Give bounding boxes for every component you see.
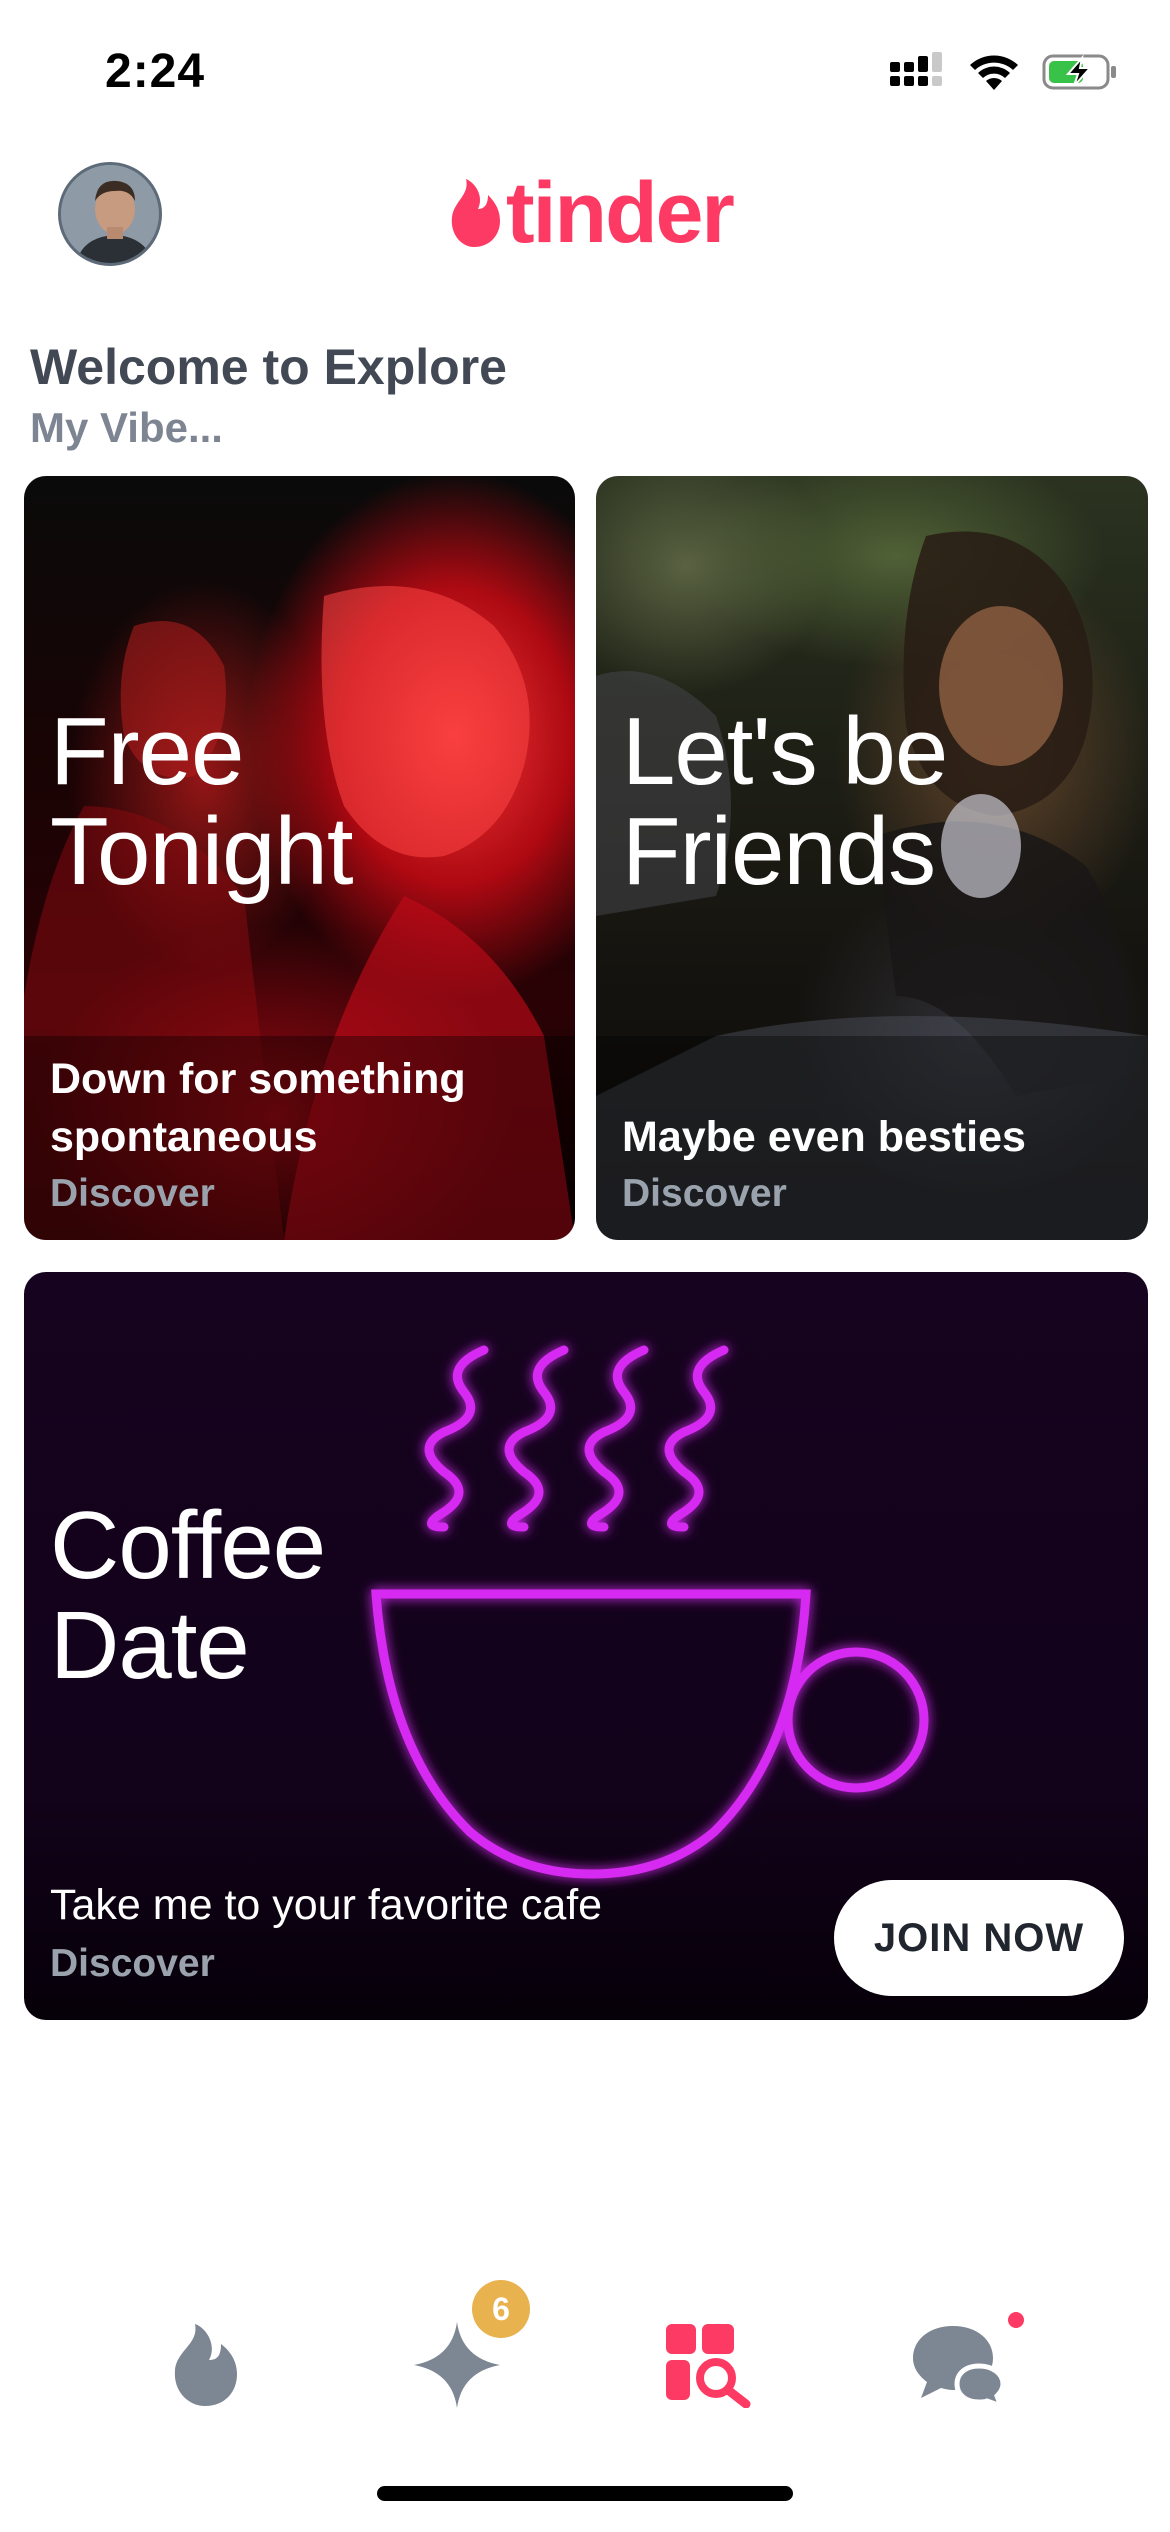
wifi-icon: [970, 55, 1018, 90]
avatar-photo-icon: [61, 165, 159, 263]
card-title-line2: Tonight: [50, 798, 354, 905]
status-icons: [890, 52, 1118, 92]
card-discover-label: Discover: [50, 1172, 215, 1215]
card-subtitle-line2: spontaneous: [50, 1113, 318, 1161]
card-discover-label: Discover: [50, 1942, 215, 1985]
header: tinder: [0, 150, 1170, 280]
tab-explore[interactable]: [654, 2310, 764, 2420]
card-lets-be-friends[interactable]: Let's be Friends Maybe even besties Disc…: [596, 476, 1148, 1240]
chat-icon: [913, 2326, 1006, 2408]
page-title: Welcome to Explore: [30, 339, 507, 395]
tinder-logo: tinder: [444, 165, 735, 261]
profile-avatar[interactable]: [58, 162, 162, 266]
explore-icon: [666, 2324, 751, 2408]
logo-text: tinder: [506, 165, 735, 261]
card-coffee-date[interactable]: Coffee Date Take me to your favorite caf…: [24, 1272, 1148, 2020]
card-title-line1: Free: [50, 698, 244, 805]
tab-swipe[interactable]: [148, 2310, 258, 2420]
explore-screen: 2:24 tinder Welcome to Explore My Vibe..…: [0, 0, 1170, 2532]
signal-icon: [890, 52, 942, 86]
join-now-button[interactable]: JOIN NOW: [834, 1880, 1124, 1996]
card-free-tonight[interactable]: Free Tonight Down for something spontane…: [24, 476, 575, 1240]
flame-logo-icon: [451, 179, 500, 247]
section-subtitle: My Vibe...: [30, 404, 223, 451]
card-title-line1: Coffee: [50, 1492, 326, 1599]
card-title-line2: Friends: [622, 798, 936, 905]
flame-icon: [174, 2324, 237, 2406]
status-time: 2:24: [105, 45, 206, 98]
message-notification-dot: [1008, 2312, 1024, 2328]
status-bar: 2:24: [0, 0, 1170, 150]
card-subtitle: Maybe even besties: [622, 1113, 1026, 1161]
gold-badge: 6: [472, 2280, 530, 2338]
card-subtitle: Take me to your favorite cafe: [50, 1881, 603, 1929]
card-subtitle-line1: Down for something: [50, 1055, 466, 1103]
card-title-line2: Date: [50, 1592, 250, 1699]
home-indicator[interactable]: [377, 2486, 793, 2501]
battery-charging-icon: [1042, 54, 1116, 90]
card-title-line1: Let's be: [622, 698, 948, 805]
card-discover-label: Discover: [622, 1172, 787, 1215]
tab-messages[interactable]: [906, 2310, 1016, 2420]
bottom-nav: [0, 2290, 1170, 2440]
